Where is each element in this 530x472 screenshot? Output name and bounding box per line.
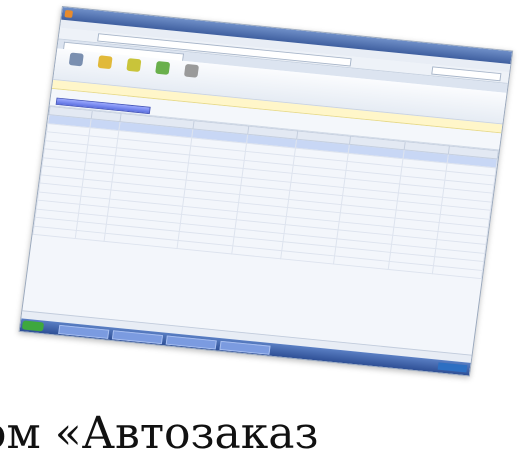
toolbar-button-2[interactable] xyxy=(90,55,118,83)
taskbar xyxy=(19,318,471,376)
table-cell xyxy=(75,229,106,242)
taskbar-item[interactable] xyxy=(111,330,164,345)
menu-item[interactable] xyxy=(97,25,98,30)
browser-window xyxy=(18,6,514,377)
menu-item[interactable] xyxy=(74,23,75,28)
menu-item[interactable] xyxy=(81,23,82,28)
taskbar-item[interactable] xyxy=(165,335,217,350)
start-button[interactable] xyxy=(21,320,45,332)
toolbar-button-4[interactable] xyxy=(148,60,176,88)
browser-icon xyxy=(64,9,74,18)
taskbar-item[interactable] xyxy=(58,324,110,339)
caption-label: ом «Автозаказ xyxy=(0,408,319,459)
tools-icon xyxy=(183,63,200,78)
refresh-icon xyxy=(155,60,171,75)
toolbar-button-5[interactable] xyxy=(176,63,204,91)
taskbar-item[interactable] xyxy=(219,340,271,355)
menu-item[interactable] xyxy=(89,24,90,29)
caption-text: ом «Автозаказ xyxy=(0,396,530,472)
menu-item[interactable] xyxy=(66,22,67,27)
toolbar-button-1[interactable] xyxy=(61,52,89,80)
folder-icon xyxy=(68,52,84,67)
filter-icon xyxy=(126,58,142,73)
taskbar-clock xyxy=(437,362,468,373)
pencil-icon xyxy=(97,55,113,70)
toolbar-button-3[interactable] xyxy=(119,58,147,86)
